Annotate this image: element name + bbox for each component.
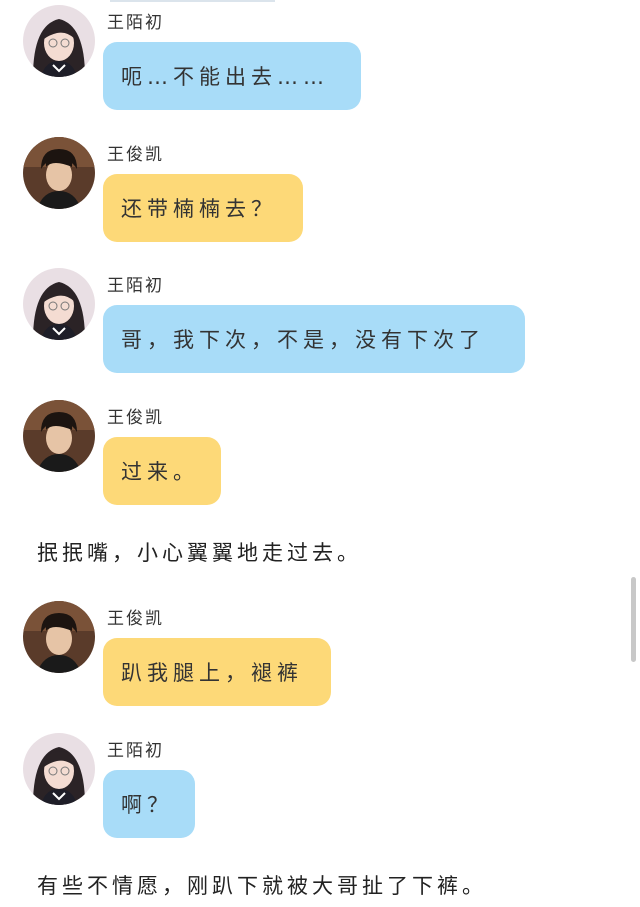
boy-avatar-icon[interactable] — [23, 601, 95, 673]
sender-name: 王俊凯 — [107, 145, 164, 165]
girl-avatar-icon[interactable] — [23, 5, 95, 77]
sender-name: 王陌初 — [107, 741, 164, 761]
girl-avatar-icon[interactable] — [23, 733, 95, 805]
top-divider — [110, 0, 275, 2]
sender-name: 王俊凯 — [107, 408, 164, 428]
message-bubble[interactable]: 哥，我下次，不是，没有下次了 — [103, 305, 525, 373]
narration-text: 有些不情愿，刚趴下就被大哥扯了下裤。 — [37, 874, 487, 898]
girl-avatar-icon[interactable] — [23, 268, 95, 340]
boy-avatar-icon[interactable] — [23, 137, 95, 209]
scrollbar-thumb[interactable] — [631, 577, 636, 662]
sender-name: 王陌初 — [107, 13, 164, 33]
message-bubble[interactable]: 还带楠楠去？ — [103, 174, 303, 242]
message-bubble[interactable]: 过来。 — [103, 437, 221, 505]
narration-text: 抿抿嘴，小心翼翼地走过去。 — [37, 541, 362, 565]
sender-name: 王俊凯 — [107, 609, 164, 629]
boy-avatar-icon[interactable] — [23, 400, 95, 472]
sender-name: 王陌初 — [107, 276, 164, 296]
message-bubble[interactable]: 趴我腿上，褪裤 — [103, 638, 331, 706]
message-bubble[interactable]: 呃…不能出去…… — [103, 42, 361, 110]
message-bubble[interactable]: 啊？ — [103, 770, 195, 838]
